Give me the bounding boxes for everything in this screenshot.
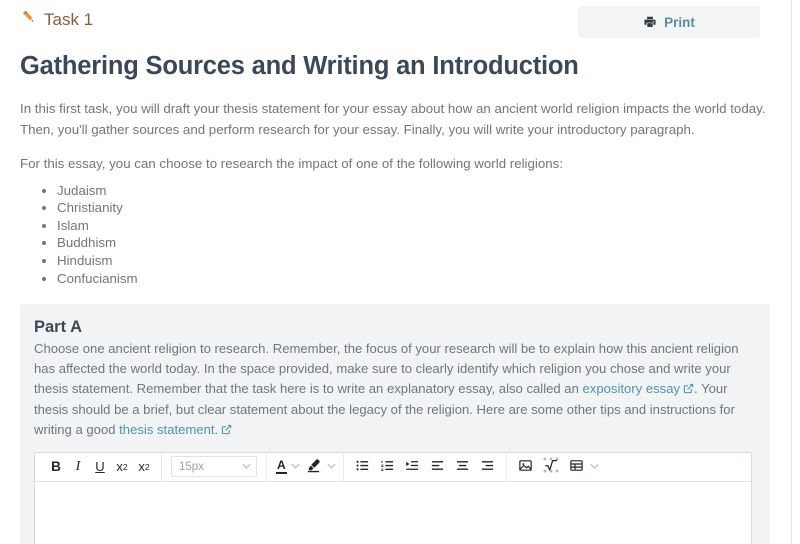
align-left-button[interactable]: [426, 456, 449, 478]
expository-essay-link[interactable]: expository essay: [583, 381, 695, 396]
thesis-statement-link[interactable]: thesis statement.: [119, 422, 232, 437]
chevron-down-icon: [242, 462, 251, 471]
part-a-instructions: Choose one ancient religion to research.…: [34, 339, 752, 440]
toolbar-group-insert: [507, 453, 606, 481]
bulleted-list-icon: [355, 458, 370, 476]
highlight-color-button[interactable]: [302, 456, 325, 478]
italic-button[interactable]: I: [68, 456, 88, 478]
list-item: Christianity: [57, 199, 770, 217]
task-label-group: Task 1: [20, 9, 93, 29]
align-right-button[interactable]: [476, 456, 499, 478]
align-left-icon: [430, 458, 445, 476]
highlighter-pen-icon: [306, 458, 321, 476]
align-center-button[interactable]: [451, 456, 474, 478]
align-right-icon: [480, 458, 495, 476]
chevron-down-icon[interactable]: [589, 462, 599, 471]
subscript-button[interactable]: x2: [134, 456, 154, 478]
task-page: Task 1 Print Gathering Sources and Writi…: [0, 0, 800, 544]
toolbar-group-paragraph: [344, 453, 506, 481]
task-label-text: Task 1: [44, 9, 94, 29]
insert-table-icon: [569, 458, 584, 476]
editor-content-area[interactable]: [35, 481, 751, 544]
thesis-statement-link-label: thesis statement.: [119, 421, 219, 437]
external-link-icon: [683, 380, 694, 400]
text-color-glyph: A: [276, 458, 287, 474]
font-size-select[interactable]: 15px: [171, 456, 257, 478]
list-item: Hinduism: [57, 252, 770, 270]
superscript-button[interactable]: x2: [112, 456, 132, 478]
content-wrapper: Task 1 Print Gathering Sources and Writi…: [0, 0, 790, 544]
page-scroll-gutter: [791, 0, 792, 544]
list-item: Judaism: [57, 182, 770, 200]
chevron-down-icon[interactable]: [326, 462, 336, 471]
editor-toolbar: B I U x2 x2 15px A: [35, 452, 751, 482]
numbered-list-button[interactable]: [376, 456, 399, 478]
bold-button[interactable]: B: [46, 456, 66, 478]
rich-text-editor: B I U x2 x2 15px A: [34, 451, 752, 544]
intro-paragraph-1: In this first task, you will draft your …: [20, 101, 766, 137]
toolbar-group-font-size: 15px: [162, 453, 266, 481]
indent-icon: [405, 458, 420, 476]
print-button[interactable]: Print: [578, 6, 760, 38]
list-item: Islam: [57, 217, 770, 235]
printer-icon: [643, 15, 657, 29]
part-a-panel: Part A Choose one ancient religion to re…: [20, 304, 770, 544]
toolbar-group-color: A: [267, 453, 343, 481]
indent-button[interactable]: [401, 456, 424, 478]
chevron-down-icon[interactable]: [290, 462, 300, 471]
superscript-exponent: 2: [122, 461, 128, 472]
list-item: Confucianism: [57, 270, 770, 288]
task-header: Task 1 Print: [20, 0, 770, 38]
insert-image-button[interactable]: [514, 456, 537, 478]
insert-table-button[interactable]: [565, 456, 588, 478]
page-title: Gathering Sources and Writing an Introdu…: [20, 52, 579, 80]
insert-image-icon: [518, 458, 533, 476]
underline-button[interactable]: U: [90, 456, 110, 478]
align-center-icon: [455, 458, 470, 476]
insert-equation-icon: [543, 457, 559, 476]
expository-essay-link-label: expository essay: [582, 380, 681, 396]
intro-paragraph-2: For this essay, you can choose to resear…: [20, 156, 563, 172]
religion-list: Judaism Christianity Islam Buddhism Hind…: [20, 182, 770, 287]
toolbar-group-text-style: B I U x2 x2: [39, 453, 161, 481]
external-link-icon: [221, 421, 232, 441]
bulleted-list-button[interactable]: [351, 456, 374, 478]
subscript-index: 2: [144, 461, 150, 472]
pencil-icon: [21, 9, 37, 29]
part-a-title: Part A: [34, 318, 82, 337]
print-button-label: Print: [664, 14, 695, 30]
list-item: Buddhism: [57, 234, 770, 252]
insert-equation-button[interactable]: [539, 456, 563, 478]
font-size-value: 15px: [179, 460, 204, 473]
numbered-list-icon: [380, 458, 395, 476]
text-color-button[interactable]: A: [274, 459, 289, 474]
